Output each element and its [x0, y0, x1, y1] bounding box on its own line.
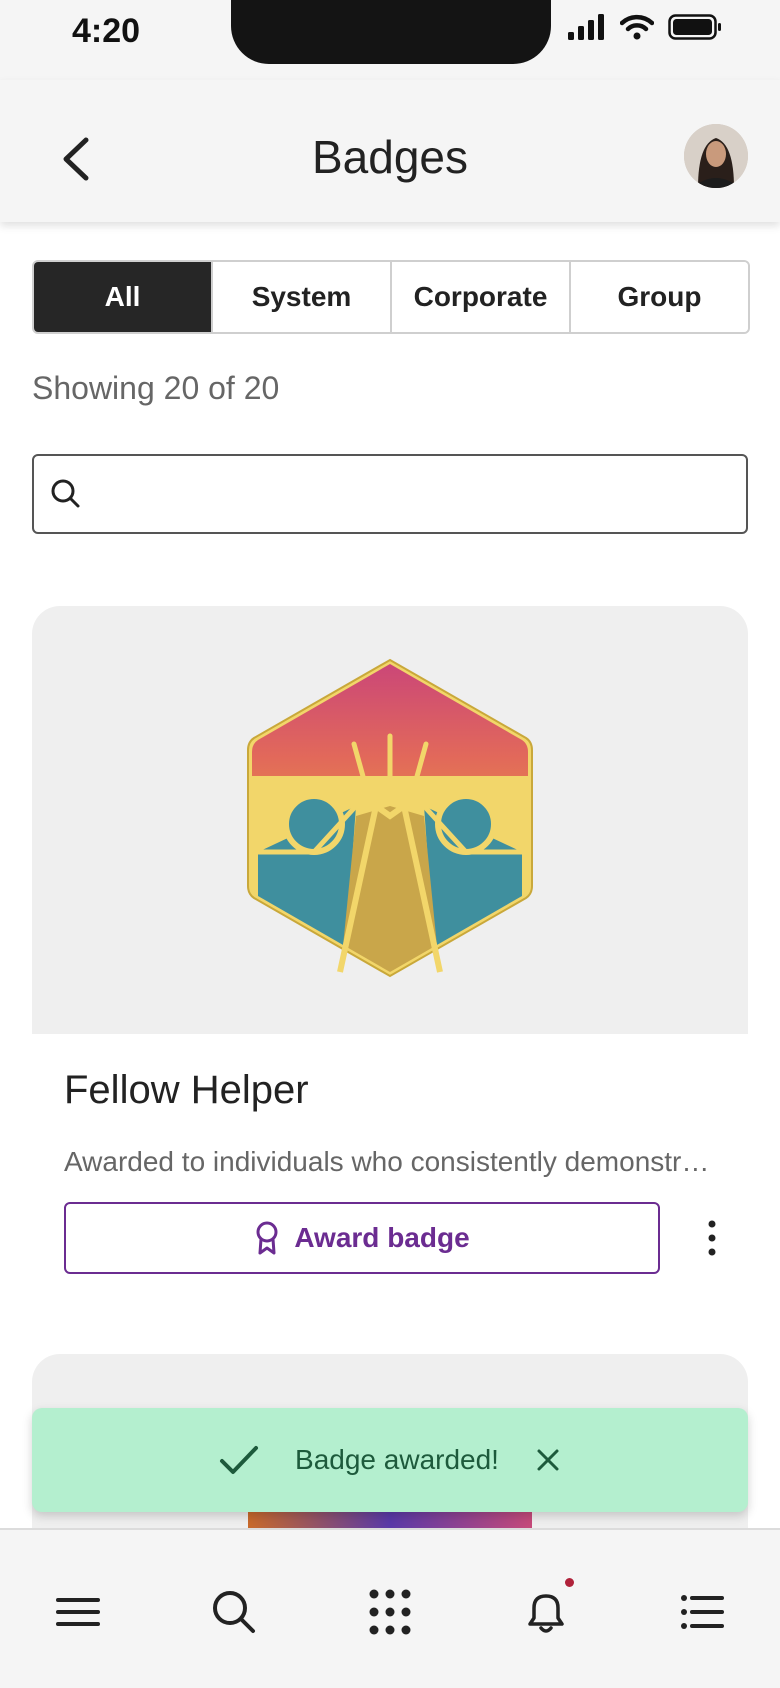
menu-icon — [56, 1598, 100, 1626]
award-badge-label: Award badge — [294, 1222, 470, 1253]
wifi-icon — [620, 14, 654, 40]
badge-filter-tabs: All System Corporate Group — [32, 260, 750, 334]
notification-dot — [565, 1578, 574, 1587]
ribbon-award-icon — [256, 1221, 278, 1255]
signal-icon — [568, 14, 604, 40]
badge-title: Fellow Helper — [64, 1068, 309, 1112]
toast-message: Badge awarded! — [295, 1444, 499, 1475]
nav-notifications-button[interactable] — [520, 1578, 574, 1638]
search-input[interactable] — [104, 466, 724, 522]
search-icon — [51, 479, 80, 508]
check-icon — [220, 1446, 259, 1474]
bell-icon — [528, 1594, 564, 1633]
badge-image-area — [32, 606, 748, 1034]
status-icons — [568, 14, 722, 40]
search-icon — [213, 1591, 255, 1633]
status-bar: 4:20 — [0, 0, 780, 80]
fellow-helper-badge-image — [247, 658, 533, 978]
battery-icon — [668, 14, 721, 40]
device-notch — [231, 0, 551, 64]
nav-list-button[interactable] — [676, 1586, 728, 1638]
more-vertical-icon — [708, 1220, 716, 1256]
status-time: 4:20 — [72, 12, 141, 50]
badge-card: Fellow Helper Awarded to individuals who… — [32, 606, 748, 1306]
apps-grid-icon — [369, 1589, 411, 1635]
award-badge-button[interactable]: Award badge — [64, 1202, 660, 1274]
avatar-image — [684, 124, 748, 188]
nav-search-button[interactable] — [208, 1586, 260, 1638]
app-header: Badges — [0, 80, 780, 222]
more-options-button[interactable] — [692, 1216, 732, 1260]
user-avatar[interactable] — [684, 124, 748, 188]
nav-menu-button[interactable] — [52, 1586, 104, 1638]
tab-system[interactable]: System — [213, 262, 392, 332]
bottom-navigation — [0, 1528, 780, 1688]
results-count: Showing 20 of 20 — [32, 370, 280, 406]
nav-apps-button[interactable] — [364, 1586, 416, 1638]
tab-all[interactable]: All — [34, 262, 213, 332]
badge-description: Awarded to individuals who consistently … — [64, 1146, 724, 1177]
close-icon[interactable] — [535, 1447, 561, 1473]
success-toast: Badge awarded! — [32, 1408, 748, 1512]
search-box — [32, 454, 748, 534]
page-title: Badges — [311, 131, 468, 183]
tab-corporate[interactable]: Corporate — [392, 262, 571, 332]
list-icon — [681, 1595, 724, 1629]
tab-group[interactable]: Group — [571, 262, 748, 332]
